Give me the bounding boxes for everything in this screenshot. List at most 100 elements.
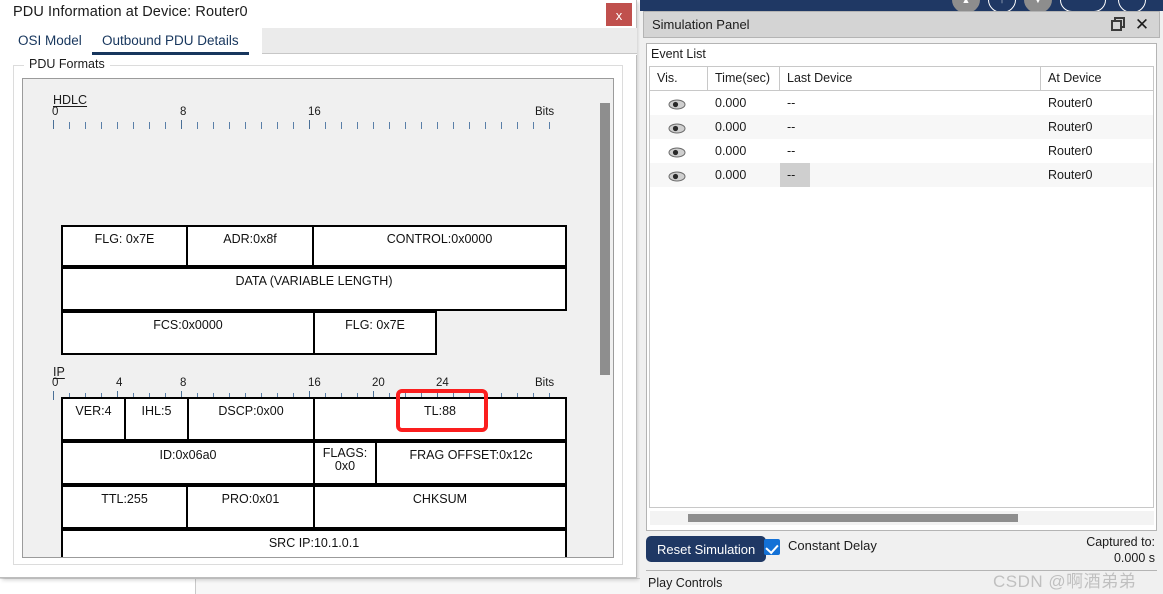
event-list-row[interactable]: 0.000 -- Router0 (650, 163, 1153, 187)
hdlc-field-adr: ADR:0x8f (186, 225, 314, 267)
restore-icon[interactable] (1111, 17, 1127, 33)
hdlc-field-control: CONTROL:0x0000 (312, 225, 567, 267)
ruler-tick (389, 122, 390, 129)
ip-row-2: ID:0x06a0 FLAGS: 0x0 FRAG OFFSET:0x12c (61, 441, 567, 485)
info-button[interactable] (1118, 0, 1146, 11)
hdlc-field-fcs: FCS:0x0000 (61, 311, 315, 355)
reset-simulation-button[interactable]: Reset Simulation (646, 536, 767, 562)
ip-field-flags-text: FLAGS: 0x0 (322, 446, 368, 473)
ruler-tick (245, 122, 246, 129)
ruler-tick (549, 122, 550, 129)
column-header-time[interactable]: Time(sec) (708, 67, 780, 90)
event-list-table[interactable]: Vis. Time(sec) Last Device At Device 0.0… (649, 66, 1154, 508)
ruler-tick (149, 122, 150, 129)
ruler-tick (357, 122, 358, 129)
cell-time: 0.000 (715, 96, 747, 110)
column-header-last-device[interactable]: Last Device (780, 67, 1041, 90)
ruler-tick (101, 122, 102, 129)
event-list-row[interactable]: 0.000 -- Router0 (650, 115, 1153, 139)
constant-delay-label: Constant Delay (788, 538, 877, 553)
pdu-information-dialog: PDU Information at Device: Router0 x OSI… (0, 0, 637, 578)
ruler-tick (469, 122, 470, 129)
ruler-tick (133, 122, 134, 129)
hdlc-row-3: FCS:0x0000 FLG: 0x7E (61, 311, 567, 355)
cell-time: 0.000 (715, 120, 747, 134)
cell-last-device: -- (787, 120, 796, 134)
pdu-vertical-scrollbar[interactable] (597, 79, 613, 557)
cell-time: 0.000 (715, 168, 747, 182)
close-icon[interactable]: ✕ (1133, 15, 1151, 35)
captured-to-value: 0.000 s (1113, 551, 1155, 565)
ruler-tick-label: 0 (52, 377, 59, 389)
pdu-scroll-viewport[interactable]: HDLC 0 8 16 Bits FLG: 0x7E ADR:0x8f CONT… (22, 78, 614, 558)
pdu-formats-groupbox: PDU Formats HDLC 0 8 16 Bits FLG: 0x7E A… (13, 57, 623, 565)
ruler-tick-label: 16 (308, 106, 321, 118)
ruler-tick (485, 122, 486, 129)
event-list-header-row: Vis. Time(sec) Last Device At Device (650, 67, 1153, 91)
ruler-tick (213, 122, 214, 129)
ip-field-ihl: IHL:5 (124, 397, 189, 441)
hdlc-row-2: DATA (VARIABLE LENGTH) (61, 267, 567, 311)
cell-at-device: Router0 (1048, 144, 1093, 158)
ruler-tick-label: 8 (180, 106, 187, 118)
captured-to-label: Captured to: (1086, 535, 1155, 549)
dialog-titlebar: PDU Information at Device: Router0 x (0, 0, 636, 28)
cell-at-device: Router0 (1048, 120, 1093, 134)
column-header-vis[interactable]: Vis. (650, 67, 708, 90)
ruler-tick (373, 122, 374, 129)
ip-field-src-ip: SRC IP:10.1.0.1 (61, 529, 567, 557)
ruler-tick (197, 122, 198, 129)
event-list-row[interactable]: 0.000 -- Router0 (650, 139, 1153, 163)
ruler-tick (165, 122, 166, 129)
ip-field-chksum: CHKSUM (313, 485, 567, 529)
eye-icon[interactable] (668, 121, 686, 134)
eye-icon[interactable] (668, 169, 686, 182)
ruler-tick (501, 122, 502, 129)
ruler-tick (293, 122, 294, 129)
column-header-at-device[interactable]: At Device (1041, 67, 1153, 90)
event-list-scrollbar-thumb[interactable] (688, 514, 1018, 522)
hdlc-field-flg2: FLG: 0x7E (313, 311, 437, 355)
ruler-tick (341, 122, 342, 129)
ip-field-pro: PRO:0x01 (186, 485, 315, 529)
ip-row-4: SRC IP:10.1.0.1 (61, 529, 567, 557)
constant-delay-checkbox[interactable] (764, 539, 780, 555)
eye-icon[interactable] (668, 97, 686, 110)
ruler-tick (309, 120, 310, 129)
down-arrow-icon: ▼ (1033, 0, 1043, 5)
pdu-scrollbar-thumb[interactable] (600, 103, 610, 375)
minimize-button[interactable] (1060, 0, 1106, 11)
tabstrip-filler (262, 28, 637, 54)
tabstrip: OSI Model Outbound PDU Details (0, 28, 637, 55)
play-controls-divider (646, 570, 1157, 571)
screen-root: PDU Information at Device: Router0 x OSI… (0, 0, 1163, 594)
ip-field-id: ID:0x06a0 (61, 441, 315, 485)
simulation-controls: Reset Simulation Constant Delay Captured… (646, 534, 1157, 566)
ruler-tick (437, 122, 438, 129)
event-list-horizontal-scrollbar[interactable] (650, 511, 1154, 525)
tab-osi-model[interactable]: OSI Model (8, 28, 92, 55)
ruler-tick-label: 8 (180, 377, 187, 389)
hdlc-field-flg: FLG: 0x7E (61, 225, 188, 267)
ip-row-3: TTL:255 PRO:0x01 CHKSUM (61, 485, 567, 529)
ruler-tick (405, 122, 406, 129)
event-list-group: Event List Vis. Time(sec) Last Device At… (646, 43, 1157, 531)
background-taskbar (0, 578, 640, 594)
ruler-tick (533, 122, 534, 129)
back-arrow-icon: ▲ (961, 0, 971, 5)
close-button[interactable]: x (606, 3, 632, 26)
pdu-formats-label: PDU Formats (24, 57, 110, 71)
hdlc-section-label: HDLC (53, 93, 88, 107)
event-list-title: Event List (651, 47, 706, 61)
simulation-panel-title: Simulation Panel (652, 17, 750, 32)
play-controls-label: Play Controls (648, 576, 723, 590)
ruler-tick (277, 122, 278, 129)
tab-outbound-pdu-details[interactable]: Outbound PDU Details (92, 28, 249, 55)
event-list-row[interactable]: 0.000 -- Router0 (650, 91, 1153, 115)
eye-icon[interactable] (668, 145, 686, 158)
ruler-tick-label: 4 (116, 377, 123, 389)
captured-to-readout: Captured to: 0.000 s (1086, 534, 1155, 566)
up-arrow-icon: ↑ (999, 0, 1005, 5)
ip-field-tl: TL:88 (313, 397, 567, 441)
ruler-tick (325, 122, 326, 129)
